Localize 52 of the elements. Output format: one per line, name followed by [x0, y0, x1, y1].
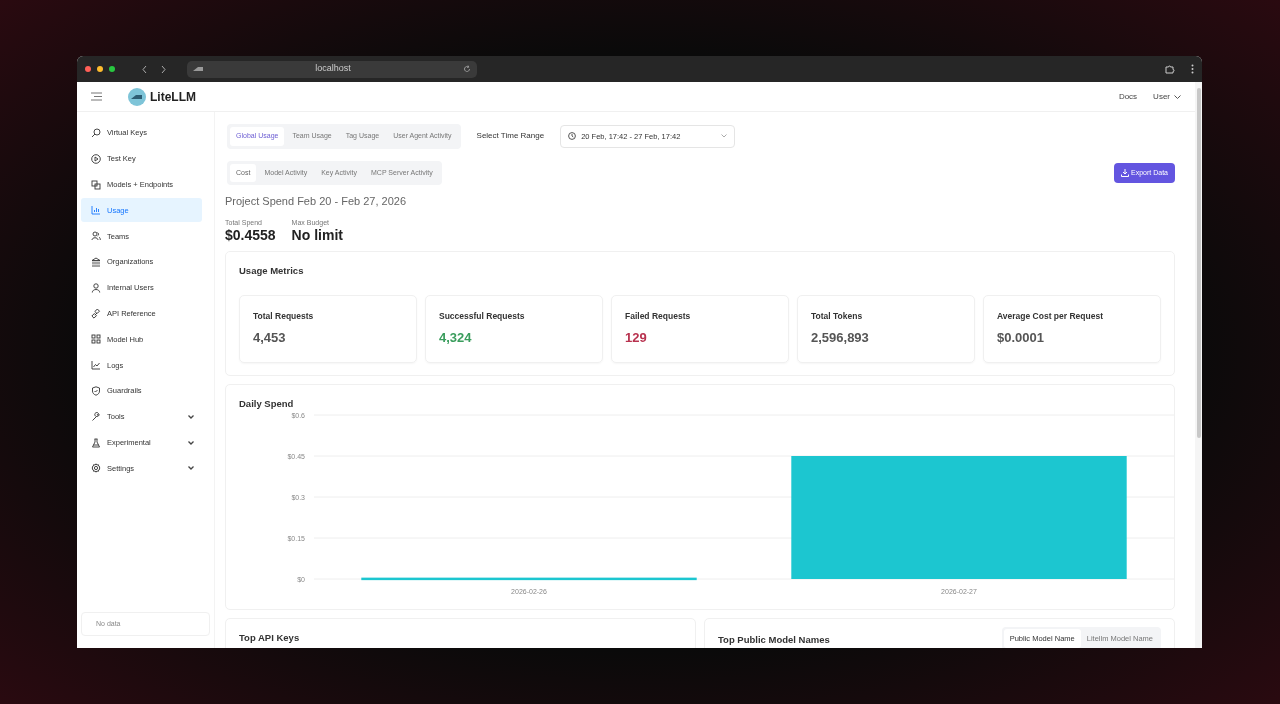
- chevron-down-icon: [721, 134, 728, 139]
- person-icon: [91, 282, 101, 293]
- metric-value: 4,453: [253, 329, 287, 348]
- address-bar[interactable]: localhost: [187, 60, 477, 78]
- metric-value: 4,324: [439, 329, 473, 348]
- bar-chart-icon: [91, 205, 101, 216]
- metric-value: 2,596,893: [811, 329, 870, 348]
- metric-label: Failed Requests: [625, 309, 692, 323]
- url-text: localhost: [315, 62, 351, 76]
- metric-value: $0.0001: [997, 329, 1045, 348]
- minimize-button[interactable]: [97, 66, 103, 72]
- flask-icon: [91, 437, 101, 448]
- user-menu[interactable]: User: [1153, 90, 1181, 103]
- site-icon: [193, 66, 203, 72]
- section-title: Project Spend Feb 20 - Feb 27, 2026: [225, 194, 407, 209]
- layers-icon: [91, 179, 101, 190]
- scrollbar[interactable]: [1195, 82, 1202, 648]
- panel-title: Top API Keys: [239, 631, 301, 646]
- more-icon[interactable]: [1191, 64, 1194, 74]
- metric-label: Successful Requests: [439, 309, 526, 323]
- search-icon: [91, 128, 101, 138]
- metric-label: Total Tokens: [811, 309, 864, 323]
- grid-icon: [91, 334, 101, 345]
- bank-icon: [91, 257, 101, 267]
- close-button[interactable]: [85, 66, 91, 72]
- brand-name: LiteLLM: [150, 88, 196, 106]
- stat-value: $0.4558: [225, 228, 276, 244]
- people-icon: [91, 231, 101, 242]
- docs-link[interactable]: Docs: [1118, 90, 1138, 103]
- panel-title: Top Public Model Names: [718, 633, 830, 648]
- panel-title: Usage Metrics: [239, 264, 305, 279]
- back-icon[interactable]: [141, 64, 149, 74]
- play-icon: [91, 153, 101, 164]
- time-range-label: Select Time Range: [476, 130, 545, 143]
- panel-title: Daily Spend: [239, 396, 295, 411]
- metric-label: Total Requests: [253, 309, 315, 323]
- stat-value: No limit: [291, 228, 343, 244]
- metric-value: 129: [625, 329, 648, 348]
- clock-icon: [568, 132, 577, 141]
- wrench-icon: [91, 411, 101, 422]
- line-chart-icon: [91, 360, 101, 371]
- shield-icon: [91, 385, 101, 396]
- maximize-button[interactable]: [109, 66, 115, 72]
- download-icon: [1121, 168, 1130, 177]
- forward-icon[interactable]: [159, 64, 167, 74]
- gear-icon: [91, 463, 101, 474]
- reload-icon[interactable]: [463, 65, 471, 73]
- menu-icon[interactable]: [91, 92, 102, 101]
- link-icon: [91, 308, 101, 319]
- metric-label: Average Cost per Request: [997, 309, 1104, 323]
- logo-icon: [128, 87, 146, 106]
- chevron-down-icon: [1174, 94, 1181, 99]
